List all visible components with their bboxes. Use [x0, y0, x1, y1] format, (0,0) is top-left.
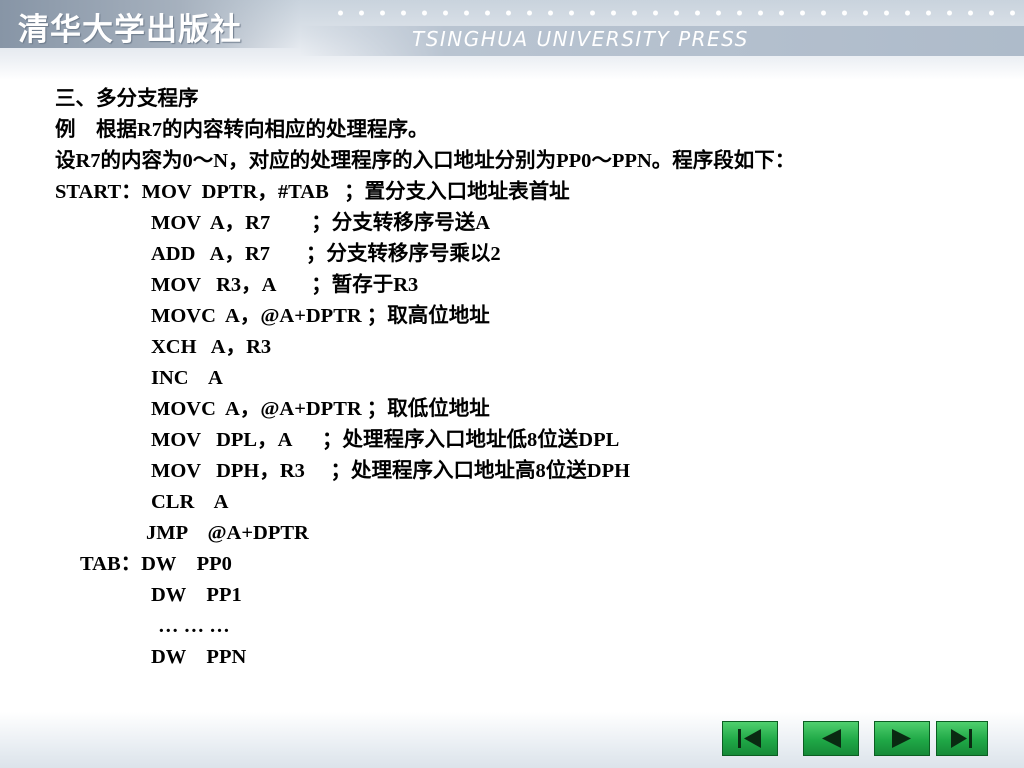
- code-line: TAB：DW PP0: [80, 553, 232, 575]
- next-page-button[interactable]: [874, 721, 930, 756]
- example-statement: 例 根据R7的内容转向相应的处理程序。: [55, 119, 429, 141]
- code-line: START：MOV DPTR，#TAB ；置分支入口地址表首址: [55, 181, 570, 203]
- first-page-button[interactable]: [722, 721, 778, 756]
- code-line: DW PPN: [151, 646, 247, 668]
- code-line: DW PP1: [151, 584, 242, 606]
- code-ellipsis: … … …: [158, 615, 230, 637]
- code-line: MOVC A，@A+DPTR ；取高位地址: [151, 305, 490, 327]
- code-line: CLR A: [151, 491, 229, 513]
- problem-description: 设R7的内容为0～N，对应的处理程序的入口地址分别为PP0～PPN。程序段如下：: [55, 150, 796, 172]
- code-line: MOVC A，@A+DPTR ；取低位地址: [151, 398, 490, 420]
- publisher-name-en: TSINGHUA UNIVERSITY PRESS: [412, 27, 749, 51]
- code-line: MOV A，R7 ；分支转移序号送A: [151, 212, 491, 234]
- code-line: ADD A，R7 ；分支转移序号乘以2: [151, 243, 501, 265]
- section-heading: 三、多分支程序: [55, 88, 199, 110]
- last-page-button[interactable]: [936, 721, 988, 756]
- decorative-dots: [330, 8, 1020, 18]
- code-line: JMP @A+DPTR: [146, 522, 309, 544]
- previous-page-button[interactable]: [803, 721, 859, 756]
- previous-page-icon: [822, 729, 841, 748]
- code-line: MOV R3，A ；暂存于R3: [151, 274, 419, 296]
- code-line: INC A: [151, 367, 223, 389]
- next-page-icon: [892, 729, 911, 748]
- last-page-icon: [951, 729, 972, 748]
- header-banner: 清华大学出版社 TSINGHUA UNIVERSITY PRESS: [0, 0, 1024, 80]
- code-line: MOV DPH，R3 ；处理程序入口地址高8位送DPH: [151, 460, 631, 482]
- code-line: MOV DPL，A ；处理程序入口地址低8位送DPL: [151, 429, 620, 451]
- first-page-icon: [738, 729, 761, 748]
- footer-band: [0, 712, 1024, 768]
- code-line: XCH A，R3: [151, 336, 272, 358]
- publisher-name-cn: 清华大学出版社: [18, 12, 242, 48]
